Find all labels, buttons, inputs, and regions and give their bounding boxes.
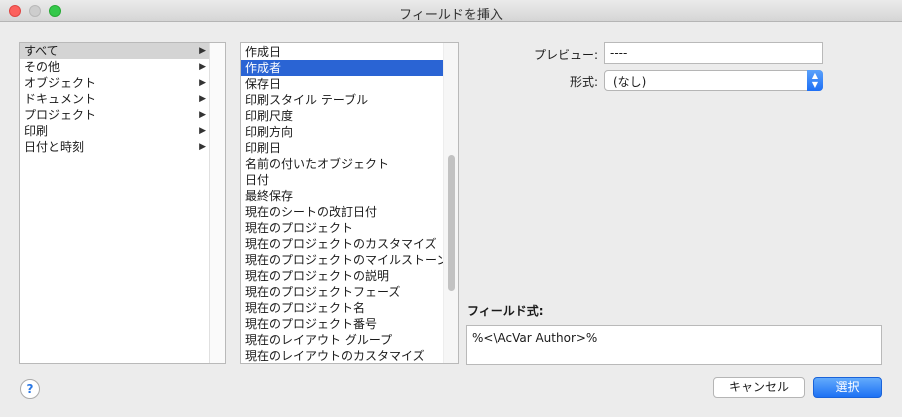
field-item[interactable]: 印刷日	[241, 140, 458, 156]
help-button[interactable]: ?	[20, 379, 40, 399]
category-item-label: その他	[24, 60, 61, 74]
category-list-gutter	[209, 43, 225, 363]
field-item[interactable]: 現在のプロジェクトのマイルストーン	[241, 252, 458, 268]
field-formula-field[interactable]: %<\AcVar Author>%	[466, 325, 882, 365]
field-item[interactable]: 現在のプロジェクトフェーズ	[241, 284, 458, 300]
category-item[interactable]: その他 ▶	[20, 59, 210, 75]
chevron-updown-icon[interactable]: ▲ ▼	[807, 70, 823, 91]
field-item[interactable]: 作成者	[241, 60, 458, 76]
field-item[interactable]: 現在のレイアウトのカスタマイズ	[241, 348, 458, 363]
field-formula-label: フィールド式:	[467, 304, 544, 318]
format-label: 形式:	[569, 75, 598, 89]
disclosure-arrow-icon: ▶	[199, 46, 206, 56]
field-item[interactable]: 作成日	[241, 44, 458, 60]
cancel-button[interactable]: キャンセル	[713, 377, 805, 398]
category-list: すべて ▶ その他 ▶ オブジェクト ▶ ドキュメント ▶ プロジェクト ▶ 印刷 ▶ 日付と時刻 ▶	[20, 43, 225, 155]
category-item-label: すべて	[24, 44, 59, 58]
category-item[interactable]: プロジェクト ▶	[20, 107, 210, 123]
field-item[interactable]: 現在のプロジェクトのカスタマイズ	[241, 236, 458, 252]
preview-label: プレビュー:	[533, 48, 598, 62]
disclosure-arrow-icon: ▶	[199, 78, 206, 88]
format-select-value: (なし)	[613, 75, 647, 89]
disclosure-arrow-icon: ▶	[199, 94, 206, 104]
disclosure-arrow-icon: ▶	[199, 62, 206, 72]
field-item[interactable]: 日付	[241, 172, 458, 188]
field-list: 作成日 作成者 保存日 印刷スタイル テーブル 印刷尺度 印刷方向 印刷日 名前の付いたオブジ…	[241, 44, 458, 363]
field-item[interactable]: 名前の付いたオブジェクト	[241, 156, 458, 172]
category-item[interactable]: 日付と時刻 ▶	[20, 139, 210, 155]
field-item[interactable]: 印刷スタイル テーブル	[241, 92, 458, 108]
field-item[interactable]: 現在のシートの改訂日付	[241, 204, 458, 220]
disclosure-arrow-icon: ▶	[199, 142, 206, 152]
field-item[interactable]: 現在のプロジェクトの説明	[241, 268, 458, 284]
category-item[interactable]: 印刷 ▶	[20, 123, 210, 139]
disclosure-arrow-icon: ▶	[199, 126, 206, 136]
window-title: フィールドを挿入	[399, 8, 503, 23]
category-item-label: ドキュメント	[24, 92, 97, 106]
field-item[interactable]: 現在のレイアウト グループ	[241, 332, 458, 348]
field-item[interactable]: 保存日	[241, 76, 458, 92]
select-button[interactable]: 選択	[813, 377, 882, 398]
category-item-label: 日付と時刻	[24, 140, 85, 154]
format-select[interactable]: (なし) ▲ ▼	[604, 70, 823, 91]
field-item[interactable]: 印刷尺度	[241, 108, 458, 124]
field-item[interactable]: 現在のプロジェクト番号	[241, 316, 458, 332]
field-item[interactable]: 現在のプロジェクト	[241, 220, 458, 236]
category-item[interactable]: すべて ▶	[20, 43, 210, 59]
title-bar: フィールドを挿入	[0, 0, 902, 23]
category-item-label: 印刷	[24, 124, 49, 138]
field-item[interactable]: 現在のプロジェクト名	[241, 300, 458, 316]
scrollbar-thumb[interactable]	[448, 155, 455, 291]
category-item-label: オブジェクト	[24, 76, 97, 90]
field-list-panel[interactable]: 作成日 作成者 保存日 印刷スタイル テーブル 印刷尺度 印刷方向 印刷日 名前の付いたオブジ…	[240, 42, 459, 364]
field-item[interactable]: 印刷方向	[241, 124, 458, 140]
field-list-scrollbar[interactable]	[443, 43, 458, 363]
category-item[interactable]: ドキュメント ▶	[20, 91, 210, 107]
category-list-panel[interactable]: すべて ▶ その他 ▶ オブジェクト ▶ ドキュメント ▶ プロジェクト ▶ 印刷 ▶ 日付と時刻 ▶	[19, 42, 226, 364]
category-item-label: プロジェクト	[24, 108, 97, 122]
category-item[interactable]: オブジェクト ▶	[20, 75, 210, 91]
field-item[interactable]: 最終保存	[241, 188, 458, 204]
preview-field: ----	[604, 42, 823, 64]
disclosure-arrow-icon: ▶	[199, 110, 206, 120]
